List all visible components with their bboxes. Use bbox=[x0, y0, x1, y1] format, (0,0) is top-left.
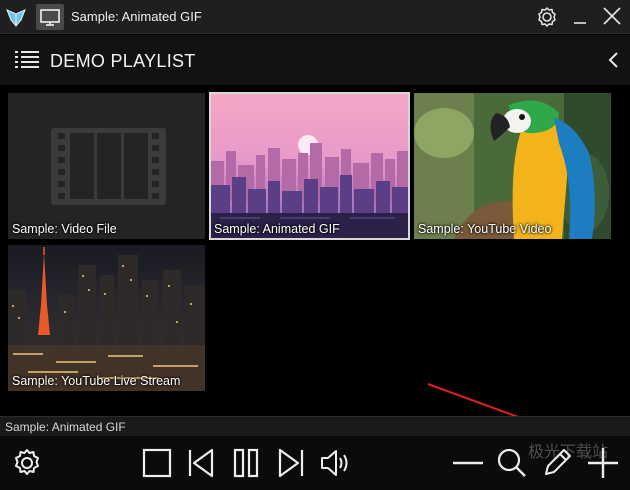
playlist-header: DEMO PLAYLIST bbox=[0, 35, 630, 85]
search-icon[interactable] bbox=[494, 446, 528, 480]
close-icon[interactable] bbox=[599, 5, 625, 29]
playlist-item-label: Sample: Animated GIF bbox=[214, 222, 340, 236]
title-bar: Sample: Animated GIF bbox=[0, 0, 630, 34]
night-city-thumbnail bbox=[8, 245, 205, 391]
volume-icon[interactable] bbox=[318, 446, 352, 480]
playlist-item-animated-gif[interactable]: Sample: Animated GIF bbox=[209, 92, 410, 240]
film-placeholder-icon bbox=[51, 128, 166, 205]
previous-icon[interactable] bbox=[184, 446, 218, 480]
settings-gear-icon[interactable] bbox=[10, 446, 44, 480]
status-bar: Sample: Animated GIF bbox=[0, 416, 630, 436]
city-skyline-thumbnail bbox=[210, 93, 409, 239]
parrot-thumbnail bbox=[414, 93, 611, 239]
monitor-icon[interactable] bbox=[36, 4, 64, 30]
chevron-left-icon[interactable] bbox=[606, 50, 622, 70]
playlist-item-label: Sample: YouTube Video bbox=[418, 222, 552, 236]
minimize-icon[interactable] bbox=[567, 5, 593, 29]
playlist-item-video-file[interactable]: Sample: Video File bbox=[8, 93, 205, 239]
playlist-item-youtube-live-stream[interactable]: Sample: YouTube Live Stream bbox=[8, 245, 205, 391]
zoom-out-icon[interactable] bbox=[451, 446, 485, 480]
playlist-item-label: Sample: Video File bbox=[12, 222, 117, 236]
status-text: Sample: Animated GIF bbox=[5, 420, 126, 434]
settings-gear-icon[interactable] bbox=[534, 5, 560, 29]
playlist-item-label: Sample: YouTube Live Stream bbox=[12, 374, 181, 388]
watermark-text: 极光下载站 bbox=[528, 442, 609, 461]
app-logo-icon[interactable] bbox=[3, 4, 29, 30]
next-icon[interactable] bbox=[274, 446, 308, 480]
pause-icon[interactable] bbox=[229, 446, 263, 480]
menu-list-icon[interactable] bbox=[14, 49, 40, 71]
stop-icon[interactable] bbox=[140, 446, 174, 480]
playlist-title: DEMO PLAYLIST bbox=[50, 51, 196, 71]
window-title: Sample: Animated GIF bbox=[71, 9, 202, 24]
playlist-item-youtube-video[interactable]: Sample: YouTube Video bbox=[414, 93, 611, 239]
playlist-grid: Sample: Video File Sample: Animated GIF … bbox=[0, 86, 630, 445]
